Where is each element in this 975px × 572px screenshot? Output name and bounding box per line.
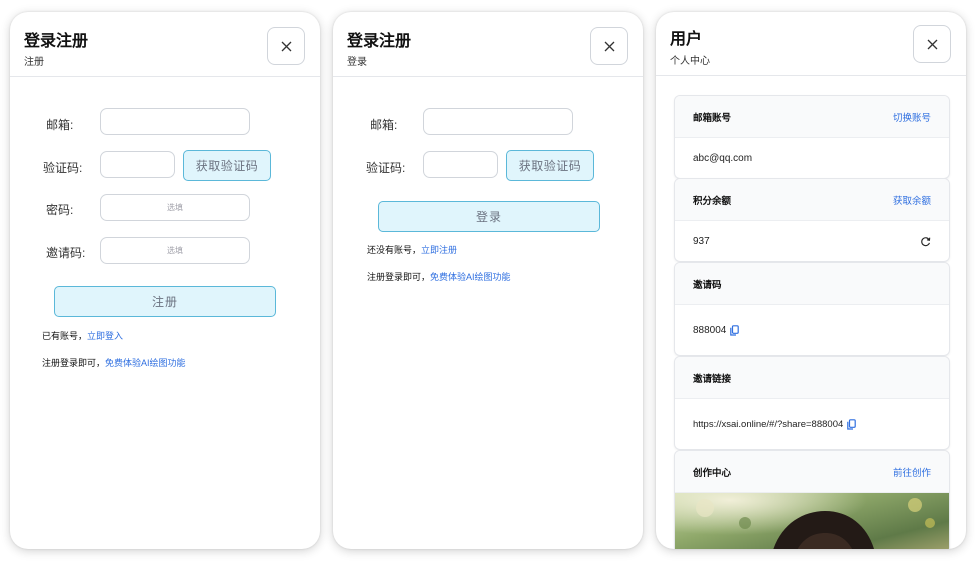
register-panel-subtitle: 注册 — [24, 57, 44, 68]
close-button[interactable] — [913, 25, 951, 63]
user-panel-title: 用户 — [670, 31, 703, 48]
login-panel: 登录注册 登录 邮箱: 验证码: 获取验证码 登录 还没有账号，立即注册 注册登… — [333, 12, 643, 549]
no-account-text: 还没有账号， — [367, 245, 422, 255]
creation-center-card: 创作中心 前往创作 — [674, 450, 950, 549]
get-balance-link[interactable]: 获取余额 — [893, 193, 931, 207]
creation-center-title: 创作中心 — [693, 467, 732, 479]
get-code-button[interactable]: 获取验证码 — [183, 150, 271, 181]
close-icon — [927, 39, 937, 49]
promo-text: 注册登录即可， — [42, 358, 106, 368]
email-account-value: abc@qq.com — [693, 152, 753, 164]
register-button[interactable]: 注册 — [54, 286, 276, 317]
login-panel-subtitle: 登录 — [347, 57, 367, 68]
register-panel-title: 登录注册 — [24, 33, 89, 50]
invite-code-row: 888004 — [675, 305, 949, 355]
invite-link-card-header: 邀请链接 — [675, 357, 949, 399]
promo-line: 注册登录即可，免费体验AI绘图功能 — [367, 270, 511, 283]
login-button[interactable]: 登录 — [378, 201, 600, 232]
close-button[interactable] — [590, 27, 628, 65]
invite-link-value: https://xsai.online/#/?share=888004 — [693, 418, 844, 430]
email-label: 邮箱: — [46, 118, 74, 132]
promo-line: 注册登录即可，免费体验AI绘图功能 — [42, 356, 186, 369]
login-panel-header: 登录注册 登录 — [333, 12, 643, 77]
promo-link[interactable]: 免费体验AI绘图功能 — [430, 272, 511, 282]
invite-code-card-header: 邀请码 — [675, 263, 949, 305]
email-account-card: 邮箱账号 切换账号 abc@qq.com — [674, 95, 950, 179]
code-input[interactable] — [423, 151, 498, 178]
register-link[interactable]: 立即注册 — [421, 245, 457, 255]
close-button[interactable] — [267, 27, 305, 65]
email-account-title: 邮箱账号 — [693, 112, 732, 124]
register-panel: 登录注册 注册 邮箱: 验证码: 获取验证码 密码: 邀请码: 注册 已有账号，… — [10, 12, 320, 549]
user-panel-subtitle: 个人中心 — [670, 56, 710, 67]
invite-link-row: https://xsai.online/#/?share=888004 — [675, 399, 949, 449]
code-label: 验证码: — [43, 161, 83, 175]
switch-account-link[interactable]: 切换账号 — [893, 110, 931, 124]
email-account-card-header: 邮箱账号 切换账号 — [675, 96, 949, 138]
points-balance-row: 937 — [675, 221, 949, 261]
promo-link[interactable]: 免费体验AI绘图功能 — [105, 358, 186, 368]
creation-center-card-header: 创作中心 前往创作 — [675, 451, 949, 493]
invite-code-input[interactable] — [100, 237, 250, 264]
code-label: 验证码: — [366, 161, 406, 175]
points-balance-value: 937 — [693, 235, 710, 247]
close-icon — [604, 41, 614, 51]
invite-code-card: 邀请码 888004 — [674, 262, 950, 356]
copy-icon[interactable] — [847, 418, 857, 430]
close-icon — [281, 41, 291, 51]
login-prompt: 已有账号，立即登入 — [42, 329, 123, 342]
points-balance-card: 积分余额 获取余额 937 — [674, 178, 950, 262]
creation-preview-image — [675, 493, 949, 549]
register-prompt: 还没有账号，立即注册 — [367, 243, 457, 256]
points-balance-card-header: 积分余额 获取余额 — [675, 179, 949, 221]
password-input[interactable] — [100, 194, 250, 221]
login-panel-title: 登录注册 — [347, 33, 412, 50]
code-input[interactable] — [100, 151, 175, 178]
copy-icon[interactable] — [730, 324, 740, 336]
email-input[interactable] — [423, 108, 573, 135]
points-balance-title: 积分余额 — [693, 195, 732, 207]
email-input[interactable] — [100, 108, 250, 135]
go-create-link[interactable]: 前往创作 — [893, 465, 931, 479]
get-code-button[interactable]: 获取验证码 — [506, 150, 594, 181]
invite-code-title: 邀请码 — [693, 279, 722, 291]
login-link[interactable]: 立即登入 — [87, 331, 123, 341]
user-panel-header: 用户 个人中心 — [656, 12, 966, 76]
invite-code-value: 888004 — [693, 324, 727, 336]
promo-text: 注册登录即可， — [367, 272, 431, 282]
invite-link-card: 邀请链接 https://xsai.online/#/?share=888004 — [674, 356, 950, 450]
register-panel-header: 登录注册 注册 — [10, 12, 320, 77]
user-panel: 用户 个人中心 邮箱账号 切换账号 abc@qq.com 积分余额 获取余额 9… — [656, 12, 966, 549]
email-label: 邮箱: — [370, 118, 398, 132]
have-account-text: 已有账号， — [42, 331, 88, 341]
password-label: 密码: — [46, 203, 74, 217]
invite-link-title: 邀请链接 — [693, 373, 732, 385]
refresh-icon[interactable] — [920, 236, 931, 247]
invite-code-label: 邀请码: — [46, 246, 86, 260]
